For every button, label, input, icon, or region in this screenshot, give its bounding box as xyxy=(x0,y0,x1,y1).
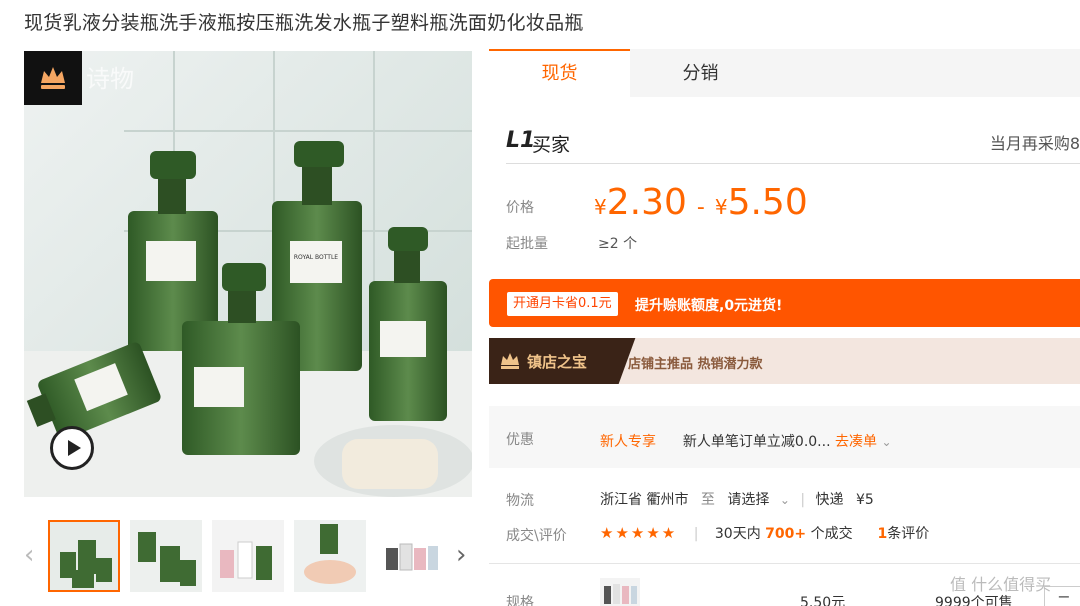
monthly-card-pill[interactable]: 开通月卡省0.1元 xyxy=(507,292,618,316)
price-range: ¥2.30- ¥5.50 xyxy=(594,182,808,223)
product-title: 现货乳液分装瓶洗手液瓶按压瓶洗发水瓶子塑料瓶洗面奶化妆品瓶 xyxy=(24,12,584,34)
buyer-level-label: 买家 xyxy=(532,134,571,156)
price-currency-high: ¥ xyxy=(714,195,728,219)
promo-text: 提升赊账额度,0元进货! xyxy=(635,298,783,314)
chevron-down-icon[interactable]: ⌄ xyxy=(780,493,790,507)
deals-prefix: 30天内 xyxy=(714,526,761,542)
buyer-level-badge: L1 xyxy=(506,128,536,153)
discount-label: 优惠 xyxy=(506,432,534,448)
repurchase-text: 当月再采购8 xyxy=(989,134,1080,153)
shipping-fee: ¥5 xyxy=(855,492,874,508)
deals-label: 成交\评价 xyxy=(506,528,567,544)
store-treasure-banner[interactable]: 镇店之宝 店铺主推品 热销潜力款 xyxy=(489,338,1080,384)
thumbnail-2[interactable] xyxy=(130,520,202,592)
price-separator: - xyxy=(696,195,705,220)
spec-label: 规格 xyxy=(506,595,534,606)
chevron-down-icon[interactable]: ⌄ xyxy=(881,435,891,449)
logistics-row: 浙江省 衢州市 至 请选择 ⌄ | 快递 ¥5 xyxy=(600,489,874,509)
buyer-level-row: L1 买家 当月再采购8 xyxy=(506,126,1080,164)
price-currency-low: ¥ xyxy=(594,195,607,219)
main-product-image[interactable]: ROYAL BOTTLE 诗物 xyxy=(24,51,472,497)
thumbnail-3[interactable] xyxy=(212,520,284,592)
crown-icon xyxy=(41,67,65,89)
logistics-divider: | xyxy=(800,492,806,508)
logistics-origin: 浙江省 衢州市 xyxy=(600,492,689,508)
monthly-card-promo-banner[interactable]: 开通月卡省0.1元 提升赊账额度,0元进货! xyxy=(489,279,1080,327)
destination-select[interactable]: 请选择 xyxy=(727,492,769,508)
image-watermark: 诗物 xyxy=(86,65,134,93)
store-crown-badge xyxy=(24,51,82,105)
discount-text: 新人单笔订单立减0.0... xyxy=(682,434,831,450)
product-photo: ROYAL BOTTLE xyxy=(24,51,472,497)
crown-icon xyxy=(501,353,519,369)
logistics-label: 物流 xyxy=(506,493,534,509)
bottle-label-text: ROYAL BOTTLE xyxy=(294,254,338,261)
price-low: 2.30 xyxy=(606,182,687,223)
deals-count: 700+ xyxy=(765,526,807,542)
min-order-value: ≥2 个 xyxy=(598,236,638,252)
thumbnail-4[interactable] xyxy=(294,520,366,592)
min-order-label: 起批量 xyxy=(506,236,548,252)
review-count[interactable]: 1 xyxy=(877,526,887,542)
spec-thumbnail[interactable] xyxy=(600,578,640,606)
rating-stars: ★★★★★ xyxy=(600,524,678,542)
site-watermark: 值 什么值得买 xyxy=(950,575,1052,594)
spec-price: 5.50元 xyxy=(800,595,846,606)
thumbnail-strip: ‹ › xyxy=(24,518,476,596)
logistics-to: 至 xyxy=(700,492,715,508)
deals-row: ★★★★★ | 30天内 700+ 个成交 1条评价 xyxy=(600,523,929,543)
review-suffix[interactable]: 条评价 xyxy=(887,526,929,542)
discount-row: 新人专享 新人单笔订单立减0.0... 去凑单 ⌄ xyxy=(600,431,892,451)
newcomer-tag: 新人专享 xyxy=(600,434,656,450)
price-high: 5.50 xyxy=(727,182,808,223)
price-label: 价格 xyxy=(506,200,534,216)
shipping-method: 快递 xyxy=(815,492,844,508)
spec-divider xyxy=(489,563,1080,564)
treasure-subtitle: 店铺主推品 热销潜力款 xyxy=(628,357,763,372)
treasure-title: 镇店之宝 xyxy=(527,353,588,371)
deals-suffix: 个成交 xyxy=(810,526,853,542)
play-video-button[interactable] xyxy=(50,426,94,470)
stock-type-tabs: 现货 分销 xyxy=(489,49,1080,97)
tab-distribution[interactable]: 分销 xyxy=(630,49,771,97)
deals-divider: | xyxy=(693,526,699,542)
thumb-next-arrow-icon[interactable]: › xyxy=(456,540,466,570)
tab-in-stock[interactable]: 现货 xyxy=(489,49,630,97)
thumb-prev-arrow-icon[interactable]: ‹ xyxy=(24,540,34,570)
thumbnail-1[interactable] xyxy=(48,520,120,592)
gather-order-link[interactable]: 去凑单 xyxy=(835,434,877,450)
thumbnail-5[interactable] xyxy=(376,520,448,592)
play-icon xyxy=(67,440,81,456)
